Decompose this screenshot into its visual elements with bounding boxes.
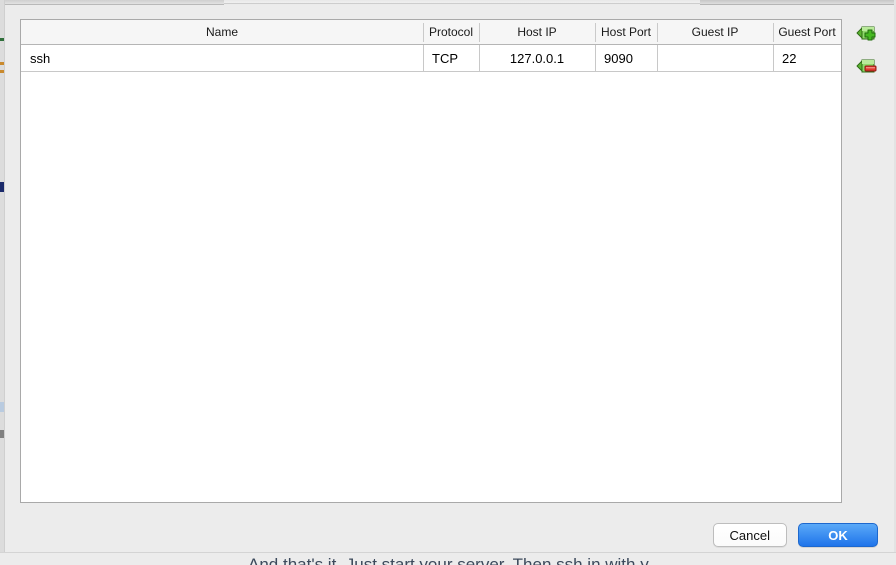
cancel-button[interactable]: Cancel: [712, 523, 787, 547]
background-strip-mark: [0, 402, 4, 412]
cell-protocol[interactable]: TCP: [423, 45, 479, 71]
table-header-row: Name Protocol Host IP Host Port Guest IP…: [21, 20, 841, 45]
dialog-button-bar: Cancel OK: [712, 523, 878, 547]
column-header-protocol[interactable]: Protocol: [423, 20, 479, 44]
background-strip-mark: [0, 430, 4, 438]
rule-action-buttons: [850, 21, 884, 78]
port-forwarding-dialog: Name Protocol Host IP Host Port Guest IP…: [5, 5, 894, 565]
ok-button[interactable]: OK: [798, 523, 878, 547]
cell-host-port[interactable]: 9090: [595, 45, 657, 71]
cell-guest-port[interactable]: 22: [773, 45, 841, 71]
background-strip-mark: [0, 62, 4, 65]
column-header-name[interactable]: Name: [21, 20, 423, 44]
column-header-guest-ip[interactable]: Guest IP: [657, 20, 773, 44]
cell-host-ip[interactable]: 127.0.0.1: [479, 45, 595, 71]
table-row[interactable]: ssh TCP 127.0.0.1 9090 22: [21, 45, 841, 72]
port-forwarding-rules-table[interactable]: Name Protocol Host IP Host Port Guest IP…: [20, 19, 842, 503]
background-strip-mark: [0, 70, 4, 73]
column-header-guest-port[interactable]: Guest Port: [773, 20, 841, 44]
background-window-edge-center: [224, 0, 700, 4]
column-header-host-ip[interactable]: Host IP: [479, 20, 595, 44]
background-strip-mark: [0, 182, 4, 192]
remove-rule-icon[interactable]: [855, 54, 879, 78]
cell-guest-ip[interactable]: [657, 45, 773, 71]
column-header-host-port[interactable]: Host Port: [595, 20, 657, 44]
screenshot-root: Name Protocol Host IP Host Port Guest IP…: [0, 0, 896, 565]
background-window-text-strip: And that's it. Just start your server. T…: [0, 552, 896, 565]
cell-name[interactable]: ssh: [21, 45, 423, 71]
background-strip-mark: [0, 38, 4, 41]
add-rule-icon[interactable]: [855, 21, 879, 45]
background-clipped-text: And that's it. Just start your server. T…: [248, 555, 649, 565]
